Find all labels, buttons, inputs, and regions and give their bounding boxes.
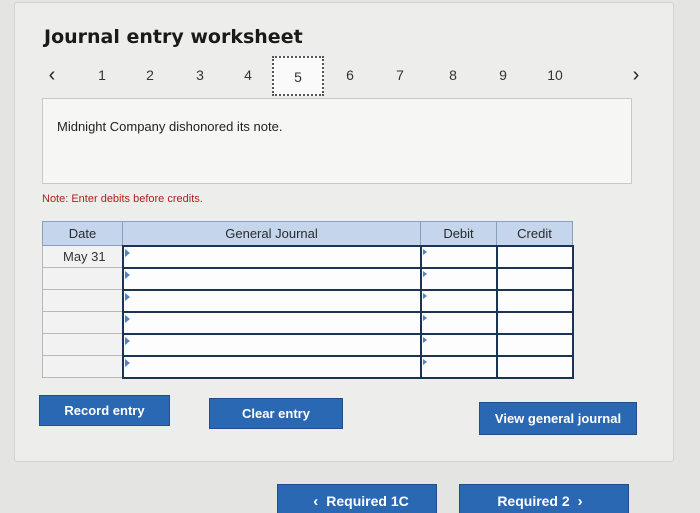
record-entry-button[interactable]: Record entry — [39, 395, 170, 426]
table-row: May 31 — [42, 244, 574, 269]
debit-field[interactable] — [419, 288, 498, 313]
table-row — [42, 310, 574, 335]
chevron-right-icon: › — [577, 493, 583, 510]
account-field[interactable] — [121, 332, 422, 357]
debit-field[interactable] — [419, 354, 498, 379]
page-4[interactable]: 4 — [233, 60, 263, 90]
credit-field[interactable] — [495, 244, 574, 269]
next-required-button[interactable]: Required 2 › — [459, 484, 629, 513]
scenario-text: Midnight Company dishonored its note. — [57, 119, 283, 134]
account-field[interactable] — [121, 266, 422, 291]
credit-field[interactable] — [495, 332, 574, 357]
date-cell — [42, 333, 123, 356]
col-header-credit: Credit — [496, 221, 573, 246]
scenario-box: Midnight Company dishonored its note. — [42, 98, 632, 184]
date-cell — [42, 289, 123, 312]
table-row — [42, 266, 574, 291]
pager-next-icon[interactable]: › — [624, 60, 648, 90]
date-cell — [42, 355, 123, 378]
page-10[interactable]: 10 — [540, 60, 570, 90]
pager-prev-icon[interactable]: ‹ — [40, 60, 64, 90]
date-cell — [42, 311, 123, 334]
table-row — [42, 354, 574, 379]
page-8[interactable]: 8 — [438, 60, 468, 90]
col-header-general-journal: General Journal — [122, 221, 421, 246]
page-2[interactable]: 2 — [135, 60, 165, 90]
credit-field[interactable] — [495, 310, 574, 335]
next-required-label: Required 2 — [497, 493, 570, 509]
prev-required-button[interactable]: ‹ Required 1C — [277, 484, 437, 513]
col-header-debit: Debit — [420, 221, 497, 246]
page-7[interactable]: 7 — [385, 60, 415, 90]
page-1[interactable]: 1 — [87, 60, 117, 90]
date-cell: May 31 — [42, 245, 123, 268]
instruction-note: Note: Enter debits before credits. — [42, 193, 203, 205]
prev-required-label: Required 1C — [326, 493, 409, 509]
account-field[interactable] — [121, 288, 422, 313]
credit-field[interactable] — [495, 354, 574, 379]
debit-field[interactable] — [419, 310, 498, 335]
table-row — [42, 288, 574, 313]
page-3[interactable]: 3 — [185, 60, 215, 90]
debit-field[interactable] — [419, 266, 498, 291]
page-6[interactable]: 6 — [335, 60, 365, 90]
col-header-date: Date — [42, 221, 123, 246]
debit-field[interactable] — [419, 332, 498, 357]
clear-entry-button[interactable]: Clear entry — [209, 398, 343, 429]
view-general-journal-button[interactable]: View general journal — [479, 402, 637, 435]
date-cell — [42, 267, 123, 290]
page-title: Journal entry worksheet — [44, 26, 303, 48]
credit-field[interactable] — [495, 266, 574, 291]
step-pager: ‹ 1 2 3 4 5 6 7 8 9 10 › — [40, 56, 660, 100]
debit-field[interactable] — [419, 244, 498, 269]
account-field[interactable] — [121, 310, 422, 335]
credit-field[interactable] — [495, 288, 574, 313]
journal-table: Date General Journal Debit Credit May 31 — [42, 221, 574, 379]
page-9[interactable]: 9 — [488, 60, 518, 90]
page-5-active[interactable]: 5 — [272, 56, 324, 96]
account-field[interactable] — [121, 244, 422, 269]
account-field[interactable] — [121, 354, 422, 379]
table-row — [42, 332, 574, 357]
chevron-left-icon: ‹ — [313, 493, 319, 510]
